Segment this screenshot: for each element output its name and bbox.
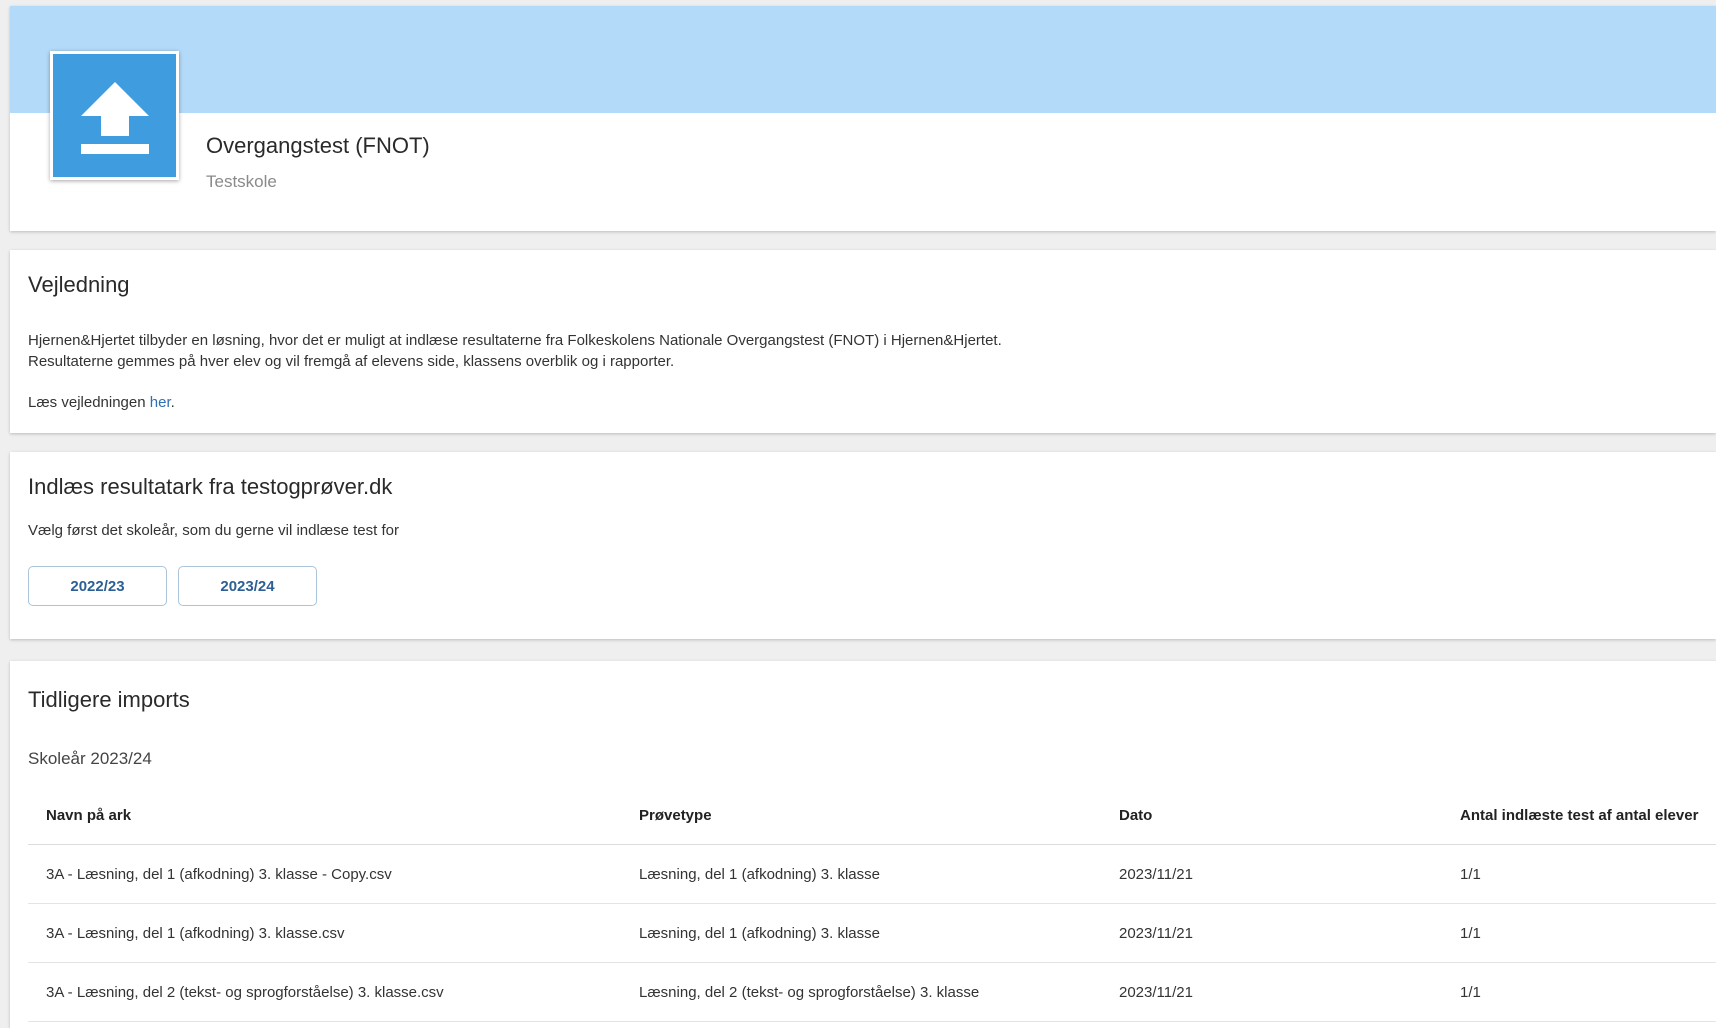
guide-description: Hjernen&Hjertet tilbyder en løsning, hvo… [28, 330, 1002, 372]
cell-type: Læsning, del 1 (afkodning) 3. klasse [621, 903, 1101, 963]
import-heading: Indlæs resultatark fra testogprøver.dk [28, 474, 393, 499]
guide-line-2: Resultaterne gemmes på hver elev og vil … [28, 353, 675, 370]
cell-date: 2023/11/21 [1101, 844, 1442, 904]
table-row[interactable]: 3A - Læsning, del 2 (tekst- og sprogfors… [28, 962, 1716, 1022]
guide-link-suffix: . [170, 394, 175, 411]
year-button-2023-24[interactable]: 2023/24 [178, 566, 317, 606]
cell-type: Læsning, del 2 (tekst- og sprogforståels… [621, 962, 1101, 1022]
table-row[interactable]: 3A - Læsning, del 1 (afkodning) 3. klass… [28, 844, 1716, 904]
guide-link-prefix: Læs vejledningen [28, 394, 150, 411]
column-header-date[interactable]: Dato [1101, 786, 1442, 845]
cell-date: 2023/11/21 [1101, 962, 1442, 1022]
column-header-type[interactable]: Prøvetype [621, 786, 1101, 845]
year-button-2022-23[interactable]: 2022/23 [28, 566, 167, 606]
guide-heading: Vejledning [28, 272, 130, 297]
cell-count: 1/1 [1442, 962, 1716, 1022]
guide-line-1: Hjernen&Hjertet tilbyder en løsning, hvo… [28, 332, 1002, 349]
upload-icon [50, 51, 179, 180]
column-header-name[interactable]: Navn på ark [28, 786, 621, 845]
school-year-label: Skoleår 2023/24 [28, 749, 152, 768]
guide-link-line: Læs vejledningen her. [28, 394, 175, 411]
cell-name: 3A - Læsning, del 2 (tekst- og sprogfors… [28, 962, 621, 1022]
cell-name: 3A - Læsning, del 1 (afkodning) 3. klass… [28, 903, 621, 963]
imports-table: Navn på ark Prøvetype Dato Antal indlæst… [28, 786, 1716, 1022]
cell-type: Læsning, del 1 (afkodning) 3. klasse [621, 844, 1101, 904]
page-title: Overgangstest (FNOT) [206, 133, 430, 158]
header-card: Overgangstest (FNOT) Testskole [10, 6, 1716, 231]
column-header-count[interactable]: Antal indlæste test af antal elever [1442, 786, 1716, 845]
import-description: Vælg først det skoleår, som du gerne vil… [28, 522, 399, 539]
cell-name: 3A - Læsning, del 1 (afkodning) 3. klass… [28, 844, 621, 904]
guide-card: Vejledning Hjernen&Hjertet tilbyder en l… [10, 250, 1716, 433]
cell-count: 1/1 [1442, 903, 1716, 963]
import-card: Indlæs resultatark fra testogprøver.dk V… [10, 452, 1716, 639]
guide-link[interactable]: her [150, 394, 171, 411]
cell-date: 2023/11/21 [1101, 903, 1442, 963]
history-card: Tidligere imports Skoleår 2023/24 Navn p… [10, 661, 1716, 1028]
table-header-row: Navn på ark Prøvetype Dato Antal indlæst… [28, 786, 1716, 845]
school-name: Testskole [206, 172, 277, 191]
header-banner [10, 6, 1716, 113]
cell-count: 1/1 [1442, 844, 1716, 904]
history-heading: Tidligere imports [28, 687, 190, 712]
table-row[interactable]: 3A - Læsning, del 1 (afkodning) 3. klass… [28, 903, 1716, 963]
